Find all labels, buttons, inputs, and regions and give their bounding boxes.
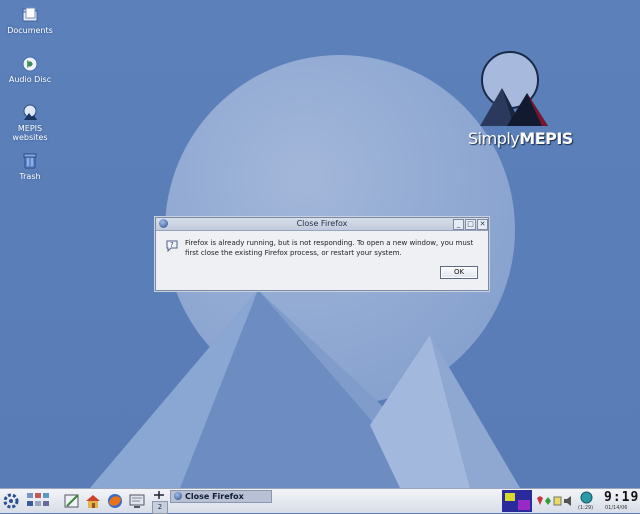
dialog-titlebar[interactable]: Close Firefox _ □ ✕ (156, 218, 488, 231)
clock-time[interactable]: 9:19 (604, 490, 639, 505)
desktop-icon-label: MEPIS websites (12, 124, 48, 142)
tray-applets-icon[interactable] (536, 495, 576, 507)
tray-timer: (1:29) (578, 505, 594, 511)
svg-text:?: ? (170, 241, 174, 249)
simplymepis-logo-text: SimplyMEPIS (468, 129, 573, 148)
desktop-switcher-icon[interactable] (152, 490, 166, 500)
logo-text-simply: Simply (468, 129, 520, 148)
dialog-title: Close Firefox (296, 219, 348, 228)
pager-desktop-2[interactable]: 2 (152, 501, 168, 514)
text-editor-icon[interactable] (63, 492, 81, 510)
mepis-websites-icon (23, 104, 37, 120)
desktop-icon-label: Trash (19, 172, 41, 181)
task-label: Close Firefox (185, 492, 244, 501)
desktop-icon-label: Documents (7, 26, 53, 35)
firefox-icon[interactable] (106, 492, 124, 510)
system-monitor-icon[interactable] (128, 492, 146, 510)
ok-button[interactable]: OK (440, 266, 478, 279)
desktop-icon-documents[interactable]: Documents (0, 6, 60, 35)
clock-date: 01/14/06 (605, 505, 628, 511)
documents-folder-icon (22, 7, 38, 22)
desktop-icon-label: Audio Disc (8, 75, 52, 84)
question-icon: ? (166, 240, 178, 252)
minimize-button[interactable]: _ (453, 219, 464, 230)
dialog-message: Firefox is already running, but is not r… (185, 239, 474, 257)
logo-text-mepis: MEPIS (519, 129, 573, 148)
tray-image-icon[interactable] (502, 490, 532, 512)
audio-disc-icon (22, 56, 38, 72)
quick-launch-apps-icon[interactable] (26, 492, 52, 510)
kmenu-icon[interactable] (2, 492, 20, 510)
firefox-task-icon (174, 492, 182, 500)
taskbar-task-close-firefox[interactable]: Close Firefox (170, 490, 272, 503)
desktop: Documents Audio Disc MEPIS websites Tras… (0, 0, 640, 488)
desktop-icon-audio-disc[interactable]: Audio Disc (0, 55, 60, 84)
maximize-button[interactable]: □ (465, 219, 476, 230)
desktop-icon-trash[interactable]: Trash (0, 152, 60, 181)
close-button[interactable]: ✕ (477, 219, 488, 230)
taskbar: 2 Close Firefox (1:29) 9:19 01/14/06 (0, 488, 640, 514)
desktop-icon-mepis-websites[interactable]: MEPIS websites (0, 104, 60, 142)
close-firefox-dialog: Close Firefox _ □ ✕ ? Firefox is already… (155, 217, 489, 291)
home-folder-icon[interactable] (84, 492, 102, 510)
network-globe-icon[interactable] (580, 491, 593, 504)
trash-icon (23, 153, 37, 169)
